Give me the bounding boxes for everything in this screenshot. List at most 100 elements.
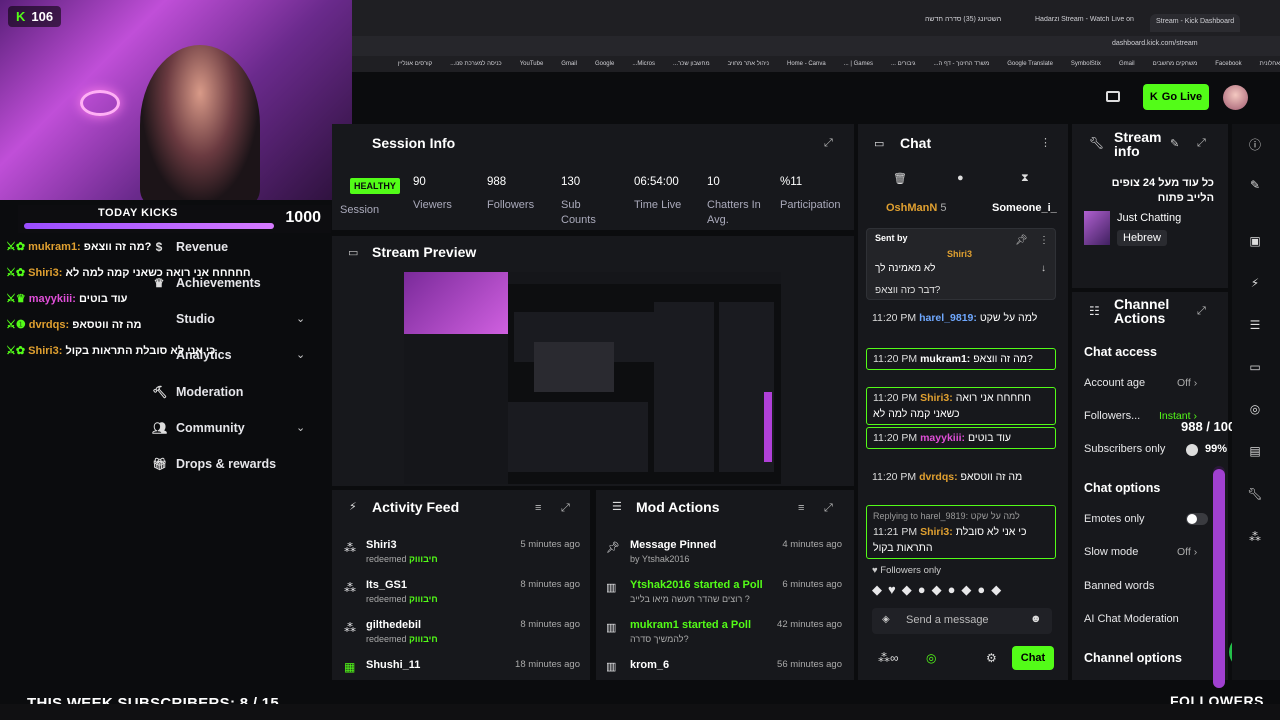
stat-sub-counts: 130 Sub Counts: [561, 176, 596, 226]
bookmark[interactable]: Home - Canva: [787, 61, 826, 67]
dashboard-header: [350, 72, 1280, 122]
more-options-icon[interactable]: ⋮: [1040, 136, 1051, 149]
trash-icon[interactable]: 🗑︎: [893, 172, 907, 185]
message-icon[interactable]: ●: [957, 172, 964, 184]
account-age-value[interactable]: Off ›: [1177, 377, 1197, 389]
chat-bubble-icon: ▭: [874, 138, 885, 150]
gear-icon[interactable]: ⚙: [986, 651, 997, 665]
sidebar-item-revenue[interactable]: $ Revenue: [152, 237, 228, 257]
browser-tab[interactable]: השטיונג (35) סדרה חדשה: [925, 16, 1001, 34]
people-icon[interactable]: ⁂∞: [878, 651, 899, 665]
browser-tab[interactable]: Hadarzi Stream - Watch Live on: [1035, 16, 1134, 34]
emote-row[interactable]: ◆♥◆●◆●◆●◆: [872, 582, 1052, 600]
people-icon[interactable]: ⁂: [1247, 530, 1263, 546]
edit-icon[interactable]: ✎: [1170, 137, 1179, 150]
hammer-icon: 🔨︎: [152, 385, 168, 399]
chevron-down-icon[interactable]: ⌄: [296, 312, 305, 325]
list-icon[interactable]: ☰: [1247, 318, 1263, 334]
bookmark[interactable]: SymbolStix: [1071, 61, 1101, 67]
bookmark[interactable]: אחלונית: [1260, 61, 1280, 67]
bookmark[interactable]: ניהול אתר מחויב: [728, 61, 769, 67]
bookmark[interactable]: Gmail: [1119, 61, 1135, 67]
chat-send-button[interactable]: Chat: [1012, 646, 1054, 670]
info-icon[interactable]: ⓘ: [1247, 136, 1263, 152]
message-icon[interactable]: ▭: [1247, 360, 1263, 376]
bookmark[interactable]: משחקים מחשבים: [1153, 61, 1198, 67]
bookmark[interactable]: קורסים אונליין: [398, 61, 433, 67]
category-name[interactable]: Just Chatting: [1117, 212, 1181, 224]
stream-preview-video[interactable]: [404, 272, 781, 484]
bookmark[interactable]: Facebook: [1215, 61, 1241, 67]
avatar[interactable]: [1223, 85, 1248, 110]
stat-time-live: 06:54:00 Time Live: [634, 176, 682, 211]
sidebar-item-moderation[interactable]: 🔨︎ Moderation: [152, 382, 243, 402]
overlay-chat-line: ⚔❶ dvrdqs: מה זה ווטסאפ: [6, 319, 142, 331]
badge-icons: ⚔✿: [6, 267, 29, 279]
poll-icon: ▥: [606, 622, 617, 634]
hourglass-icon[interactable]: ⧗: [1021, 172, 1029, 185]
language-tag[interactable]: Hebrew: [1117, 230, 1167, 246]
bookmark[interactable]: Google: [595, 61, 614, 67]
wrench-icon[interactable]: 🔧︎: [1247, 487, 1263, 503]
go-live-button[interactable]: K Go Live: [1143, 84, 1209, 110]
more-options-icon[interactable]: ⋮: [1039, 235, 1049, 246]
expand-icon[interactable]: ⤢: [1197, 305, 1206, 318]
mod-row: ▥ mukram1 started a Poll להמשיך סדרה? 42 …: [606, 619, 842, 644]
chat-title: Chat: [900, 135, 932, 151]
chevron-down-icon[interactable]: ⌄: [296, 421, 305, 434]
go-live-label: Go Live: [1161, 91, 1203, 103]
taskbar: [0, 704, 1280, 720]
emoji-icon[interactable]: ☻: [1030, 613, 1042, 625]
kick-icon[interactable]: ◎: [926, 651, 936, 665]
bolt-icon[interactable]: ⚡︎: [1247, 276, 1263, 292]
slow-mode-value[interactable]: Off ›: [1177, 546, 1197, 558]
bookmark[interactable]: Games | ...: [844, 61, 873, 67]
sidebar-item-drops[interactable]: 🎁︎ Drops & rewards: [152, 454, 276, 474]
filter-icon[interactable]: ≡: [798, 502, 804, 514]
browser-tab-active[interactable]: Stream - Kick Dashboard: [1150, 14, 1241, 32]
sidebar-item-community[interactable]: 👥︎ Community: [152, 418, 245, 438]
redeem-icon: ⁂: [344, 621, 356, 635]
bookmark[interactable]: משרד החינוך - דף ה...: [933, 61, 989, 67]
bookmark[interactable]: YouTube: [520, 61, 544, 67]
pencil-icon[interactable]: ✎: [1247, 178, 1263, 194]
chevron-down-icon[interactable]: ⌄: [296, 348, 305, 361]
pinned-message[interactable]: Sent by Shiri3 לא מאמינה לך דבר כזה ווצא…: [866, 228, 1056, 300]
bookmark[interactable]: כניסה למערכת פנו...: [450, 61, 501, 67]
expand-icon[interactable]: ⤢: [561, 502, 570, 515]
activity-row: ⁂ Its_GS1 redeemed חיבוווק 8 minutes ago: [344, 579, 580, 604]
ai-moderation-label[interactable]: AI Chat Moderation: [1084, 613, 1179, 625]
people-icon: 👥︎: [152, 421, 168, 435]
monitor-icon[interactable]: [1106, 91, 1120, 102]
followers-only-label: ♥ Followers only: [872, 565, 941, 576]
emotes-only-label: Emotes only: [1084, 513, 1145, 525]
expand-icon[interactable]: ⤢: [1197, 137, 1206, 150]
preview-webcam: [404, 272, 508, 334]
pin-icon[interactable]: 📌︎: [1015, 235, 1028, 246]
bookmark[interactable]: Gmail: [561, 61, 577, 67]
expand-icon[interactable]: ⤢: [824, 502, 833, 515]
subscribers-only-toggle[interactable]: [1186, 444, 1198, 456]
layers-icon[interactable]: ▤: [1247, 444, 1263, 460]
banned-words-label[interactable]: Banned words: [1084, 580, 1154, 592]
broadcast-icon[interactable]: ◎: [1247, 402, 1263, 418]
expand-icon[interactable]: ⤢: [824, 137, 833, 150]
streamer-image: [140, 45, 260, 200]
kick-logo-icon: K: [16, 9, 26, 24]
bookmark[interactable]: מחשבון שכר...: [673, 61, 710, 67]
filter-icon[interactable]: ≡: [535, 502, 541, 514]
bookmark[interactable]: Micros...: [632, 61, 655, 67]
slow-mode-label: Slow mode: [1084, 546, 1139, 558]
arrow-down-icon[interactable]: ↓: [1041, 263, 1046, 274]
emotes-only-toggle[interactable]: [1186, 513, 1208, 525]
gift-icon: 🎁︎: [152, 457, 168, 471]
bolt-icon: ⚡︎: [349, 501, 357, 513]
health-label: Session: [340, 204, 380, 216]
overlay-chat-line: ⚔♛ mayykiii: עוד בוטים: [6, 293, 128, 305]
bookmark[interactable]: Google Translate: [1007, 61, 1053, 67]
screen-icon[interactable]: ▣: [1247, 234, 1263, 250]
chat-input[interactable]: ◈ Send a message ☻: [872, 608, 1052, 634]
channel-options-heading: Channel options: [1084, 651, 1182, 665]
bookmark[interactable]: גיבורים ...: [891, 61, 916, 67]
sidebar-item-studio[interactable]: Studio: [152, 309, 215, 329]
